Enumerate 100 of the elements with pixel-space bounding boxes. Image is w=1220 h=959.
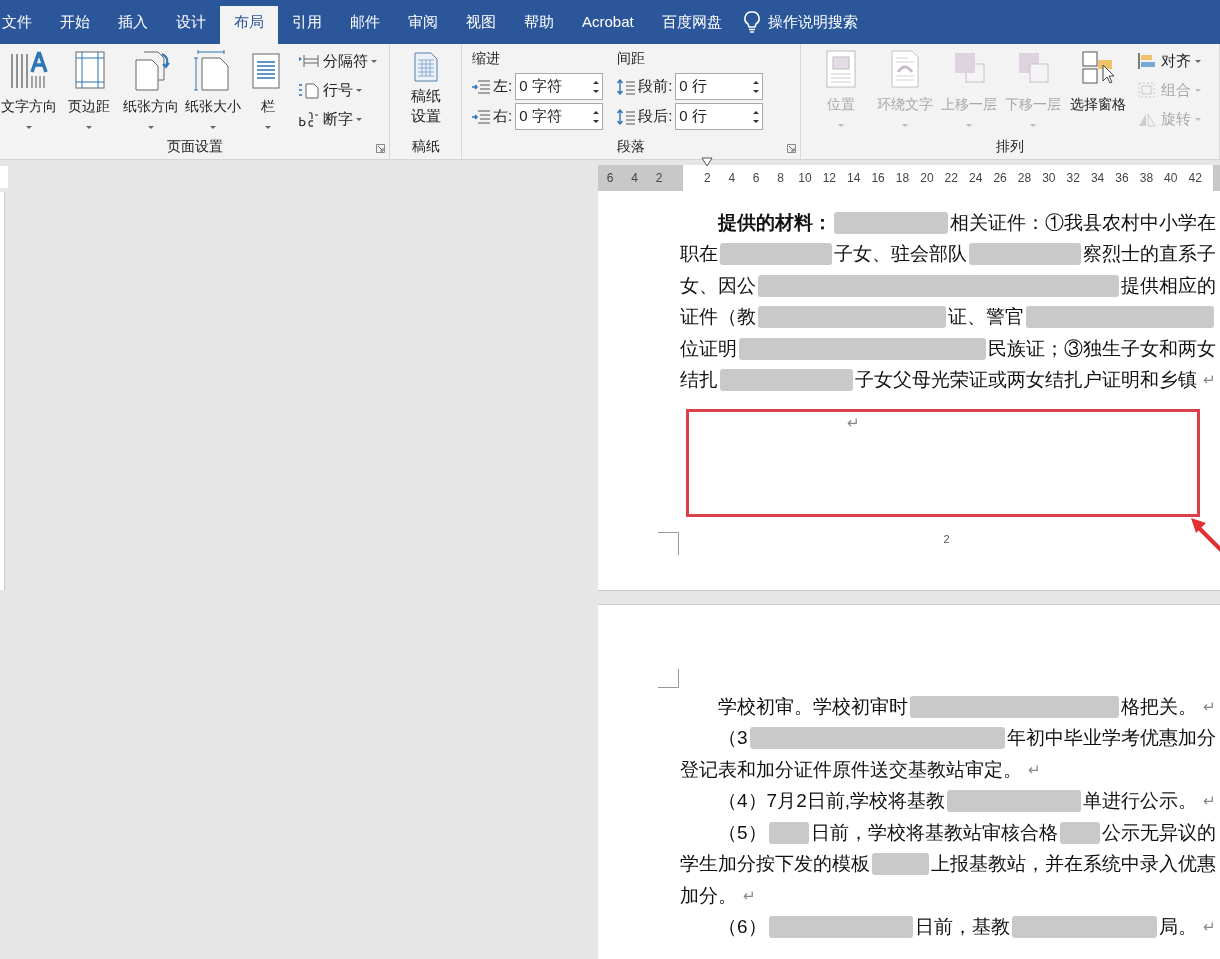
ruler-number: 24 [968, 170, 984, 187]
ribbon-tab[interactable]: 视图 [452, 0, 510, 44]
document-text: 职在 [680, 242, 718, 266]
dialog-launcher-icon [376, 144, 385, 153]
corner-mark-icon [658, 531, 680, 555]
ruler-number: 8 [776, 170, 785, 187]
document-text: 证、警官 [947, 305, 1024, 329]
document-text: 提供相应的 [1120, 273, 1216, 298]
align-icon [1137, 52, 1157, 70]
line-numbers-icon [298, 81, 320, 99]
ruler-number: 10 [797, 170, 813, 187]
paragraph-mark: ↵ [1202, 696, 1216, 717]
ribbon-tab[interactable]: 帮助 [510, 0, 568, 44]
ribbon-button[interactable]: 栏 [250, 50, 286, 129]
ribbon-button[interactable]: 文字方向 [0, 50, 58, 129]
indent-icon [472, 108, 490, 125]
ribbon-tab[interactable]: 设计 [162, 0, 220, 44]
ribbon-small-button[interactable]: 行号 [298, 79, 377, 101]
document-text: 日前，学校将基教站审核合格 [810, 820, 1058, 845]
ribbon-small-button[interactable]: 断字 [298, 108, 377, 130]
tell-me-search[interactable]: 操作说明搜索 [743, 0, 858, 44]
group-label: 段落 [617, 137, 645, 156]
ruler-number: 12 [821, 170, 837, 187]
group-objects-icon [1137, 81, 1157, 99]
ribbon-button[interactable]: 选择窗格 [1067, 50, 1129, 112]
grid-paper-icon [413, 52, 438, 82]
ribbon-button[interactable]: 纸张大小 [182, 50, 244, 129]
spin-field[interactable]: 0 行 [675, 73, 764, 100]
document-text: 证件（教 [680, 305, 756, 329]
picture-position-icon [824, 50, 858, 90]
spin-field[interactable]: 0 字符 [515, 73, 604, 100]
corner-mark-icon [658, 669, 680, 689]
paragraph-mark: ↵ [743, 885, 756, 906]
vertical-ruler [0, 166, 8, 188]
caret-icon [371, 59, 377, 63]
document-text: 年初中毕业学考优惠加分 [1006, 726, 1216, 750]
ribbon-tab[interactable]: 百度网盘 [647, 0, 736, 44]
blurred-text [872, 853, 929, 876]
document-text: 结扎 [680, 368, 718, 392]
document-text: 民族证；③独生子女和两女 [987, 336, 1216, 361]
ruler-number: 14 [846, 170, 862, 187]
group-label: 稿纸 [411, 137, 440, 156]
caret-icon [148, 126, 154, 129]
document-text: 加分。 [680, 883, 737, 908]
ribbon-small-button[interactable]: 对齐 [1137, 50, 1201, 72]
spacing-icon [617, 108, 636, 125]
lightbulb-icon [743, 11, 760, 33]
document-text: 提供的材料： [718, 210, 832, 235]
paragraph-mark: ↵ [1028, 759, 1041, 780]
blurred-text [1059, 821, 1100, 844]
field-label: 右: [493, 106, 513, 127]
spin-field[interactable]: 0 字符 [515, 103, 604, 130]
ribbon-tab[interactable]: Acrobat [568, 0, 648, 44]
document-text: 子女父母光荣证或两女结扎户证明和乡镇 [854, 368, 1197, 392]
page-layout-icon [132, 50, 170, 92]
caret-icon [838, 124, 844, 127]
ribbon-button[interactable]: 页边距 [58, 50, 120, 129]
ribbon-tab[interactable]: 文件 [0, 0, 46, 44]
ribbon-button[interactable]: 稿纸设置 [409, 52, 442, 126]
spin-field[interactable]: 0 行 [675, 103, 764, 130]
spinner-arrows-icon [593, 79, 600, 94]
ribbon-tab[interactable]: 插入 [104, 0, 162, 44]
document-text: 格把关。 [1120, 694, 1197, 719]
document-text: 察烈士的直系子 [1082, 242, 1216, 266]
caret-icon [1195, 88, 1201, 92]
group-label: 排列 [996, 137, 1024, 156]
ruler-number: 38 [1138, 170, 1155, 187]
ruler-number: 2 [646, 165, 672, 191]
ribbon-tab[interactable]: 布局 [220, 6, 278, 44]
ribbon-tab[interactable]: 邮件 [336, 0, 394, 44]
ruler-number: 32 [1065, 170, 1081, 187]
ribbon-tab[interactable]: 开始 [46, 0, 104, 44]
document-text: 学校初审。学校初审时 [718, 694, 908, 719]
document-text: （4）7月2日前,学校将基教 [718, 789, 945, 813]
ribbon-tab[interactable]: 引用 [278, 0, 336, 44]
document-text: 上报基教站，并在系统中录入优惠 [930, 852, 1216, 876]
document-text: 相关证件：①我县农村中小学在 [949, 210, 1216, 235]
group-label: 页面设置 [166, 137, 223, 156]
caret-icon [1030, 124, 1036, 127]
hyphenation-icon [298, 110, 320, 128]
caret-icon [26, 126, 32, 129]
spacing-icon [617, 78, 636, 95]
caret-icon [356, 88, 362, 92]
ruler-number: 40 [1163, 170, 1179, 187]
document-text: 子女、驻会部队 [833, 242, 967, 266]
ruler-number: 30 [1041, 170, 1057, 187]
ribbon-button[interactable]: 纸张方向 [120, 50, 182, 129]
document-text: （5） [718, 820, 767, 845]
caret-icon [356, 117, 362, 121]
ruler-number: 42 [1187, 170, 1203, 187]
document-text: 登记表和加分证件原件送交基教站审定。 [680, 757, 1022, 782]
ruler-number: 6 [751, 170, 761, 187]
blurred-text [768, 821, 809, 844]
ribbon-small-button[interactable]: 分隔符 [298, 50, 377, 72]
paragraph-mark: ↵ [1202, 370, 1216, 390]
field-label: 段前: [638, 76, 673, 97]
dialog-launcher-icon [787, 144, 796, 153]
ribbon-tab[interactable]: 审阅 [394, 0, 452, 44]
section-label: 间距 [617, 49, 647, 68]
ruler-number: 6 [598, 165, 623, 191]
